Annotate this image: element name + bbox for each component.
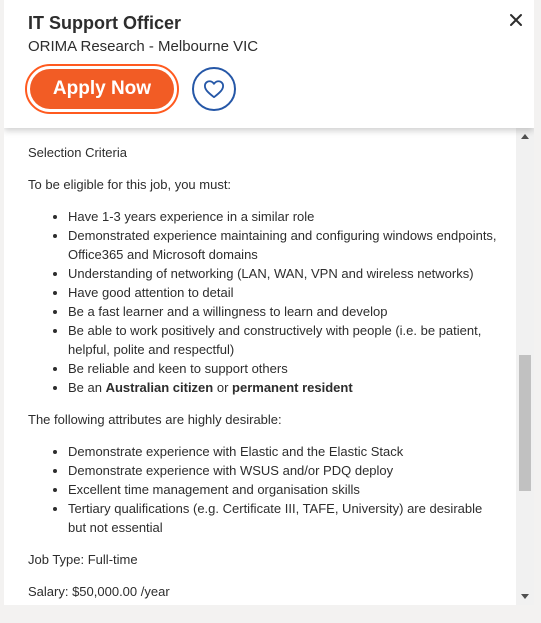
citizenship-bold-2: permanent resident	[232, 380, 353, 395]
selection-criteria-heading: Selection Criteria	[28, 145, 127, 160]
scroll-up-arrow[interactable]	[516, 128, 534, 145]
close-icon	[510, 14, 522, 26]
caret-down-icon	[521, 594, 529, 599]
scroll-thumb[interactable]	[519, 355, 531, 491]
apply-button-focus-ring: Apply Now	[25, 64, 179, 114]
desirable-list: Demonstrate experience with Elastic and …	[28, 442, 503, 537]
list-item: Tertiary qualifications (e.g. Certificat…	[68, 499, 503, 537]
vertical-scrollbar[interactable]	[516, 128, 534, 605]
citizenship-middle: or	[213, 380, 233, 395]
salary: Salary: $50,000.00 /year	[28, 584, 170, 599]
eligibility-intro: To be eligible for this job, you must:	[28, 177, 232, 192]
list-item: Demonstrate experience with WSUS and/or …	[68, 461, 503, 480]
scroll-down-arrow[interactable]	[516, 588, 534, 605]
desirable-intro: The following attributes are highly desi…	[28, 412, 282, 427]
list-item: Be a fast learner and a willingness to l…	[68, 302, 503, 321]
list-item: Be able to work positively and construct…	[68, 321, 503, 359]
close-button[interactable]	[504, 8, 528, 32]
job-description: Selection Criteria To be eligible for th…	[4, 128, 516, 605]
list-item: Have 1-3 years experience in a similar r…	[68, 207, 503, 226]
caret-up-icon	[521, 134, 529, 139]
job-detail-panel: IT Support Officer ORIMA Research - Melb…	[4, 0, 534, 605]
job-description-body: Selection Criteria To be eligible for th…	[28, 143, 503, 605]
job-title: IT Support Officer	[28, 13, 181, 33]
list-item: Be reliable and keen to support others	[68, 359, 503, 378]
list-item: Excellent time management and organisati…	[68, 480, 503, 499]
apply-now-button[interactable]: Apply Now	[30, 69, 174, 109]
list-item: Demonstrate experience with Elastic and …	[68, 442, 503, 461]
heart-icon	[204, 80, 224, 99]
list-item-citizenship: Be an Australian citizen or permanent re…	[68, 378, 503, 397]
citizenship-prefix: Be an	[68, 380, 106, 395]
list-item: Understanding of networking (LAN, WAN, V…	[68, 264, 503, 283]
requirements-list: Have 1-3 years experience in a similar r…	[28, 207, 503, 397]
list-item: Demonstrated experience maintaining and …	[68, 226, 503, 264]
company-location: ORIMA Research - Melbourne VIC	[28, 38, 259, 55]
job-type: Job Type: Full-time	[28, 552, 138, 567]
job-header: IT Support Officer ORIMA Research - Melb…	[4, 0, 534, 128]
save-job-button[interactable]	[192, 67, 236, 111]
list-item: Have good attention to detail	[68, 283, 503, 302]
citizenship-bold-1: Australian citizen	[105, 380, 214, 395]
